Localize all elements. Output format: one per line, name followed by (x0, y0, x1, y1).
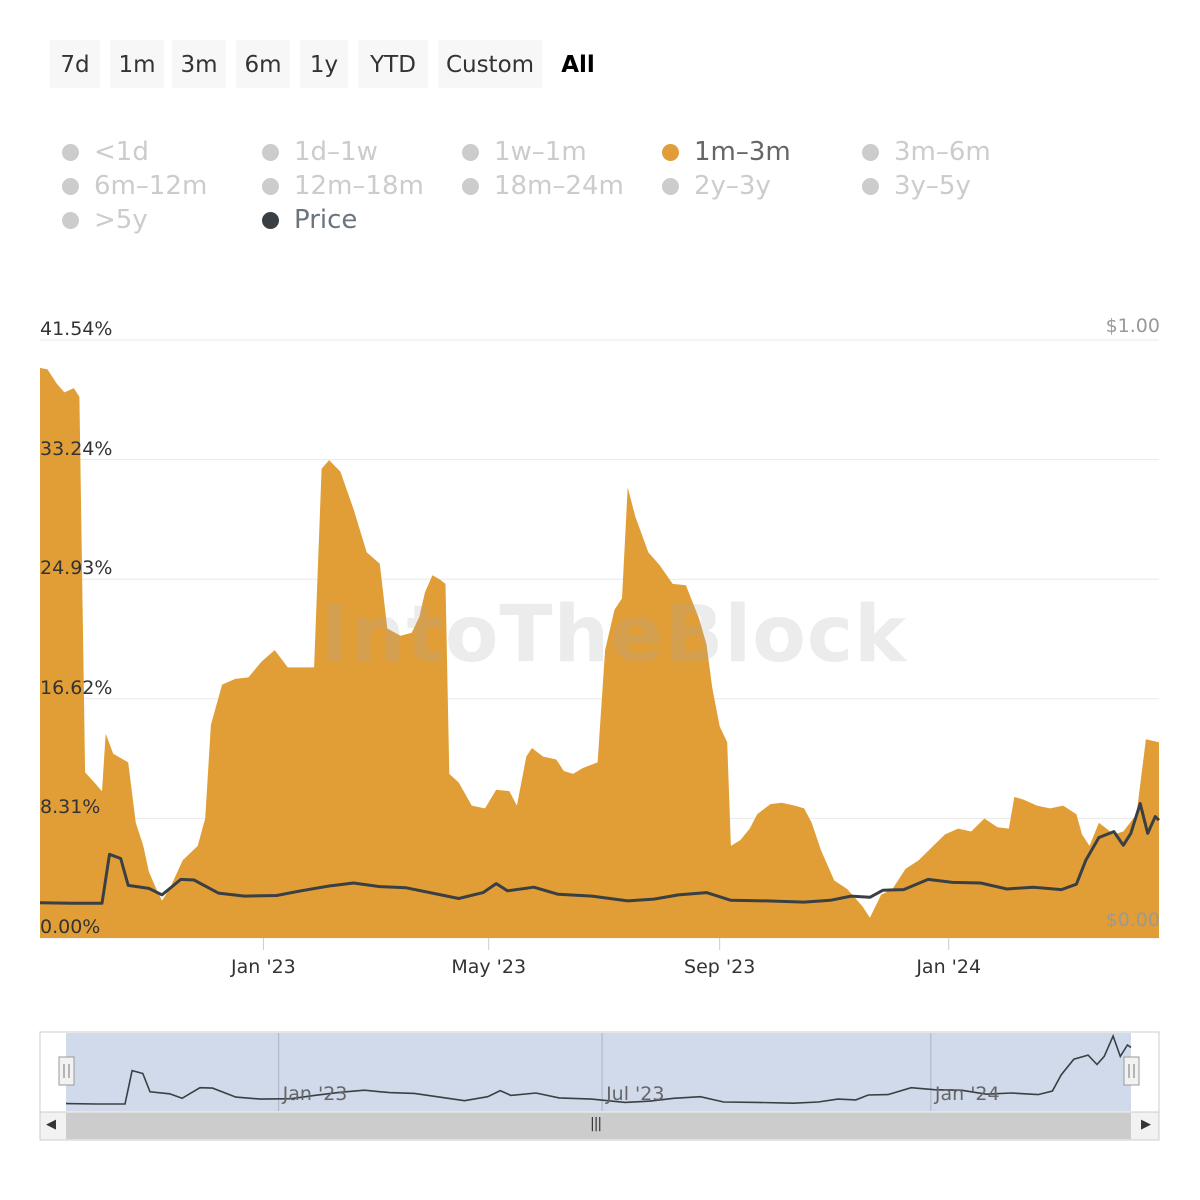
navigator-handle-left[interactable] (58, 1056, 75, 1086)
navigator-handle-right[interactable] (1123, 1056, 1140, 1086)
scrollbar-right-arrow-icon[interactable]: ▶ (1141, 1117, 1151, 1132)
navigator-label: Jul '23 (606, 1083, 665, 1105)
scrollbar-grip[interactable]: ||| (590, 1116, 602, 1132)
scrollbar-left-arrow-icon[interactable]: ◀ (46, 1117, 56, 1132)
navigator-label: Jan '24 (934, 1083, 1000, 1105)
navigator-label: Jan '23 (282, 1083, 348, 1105)
navigator[interactable] (0, 0, 1200, 1200)
